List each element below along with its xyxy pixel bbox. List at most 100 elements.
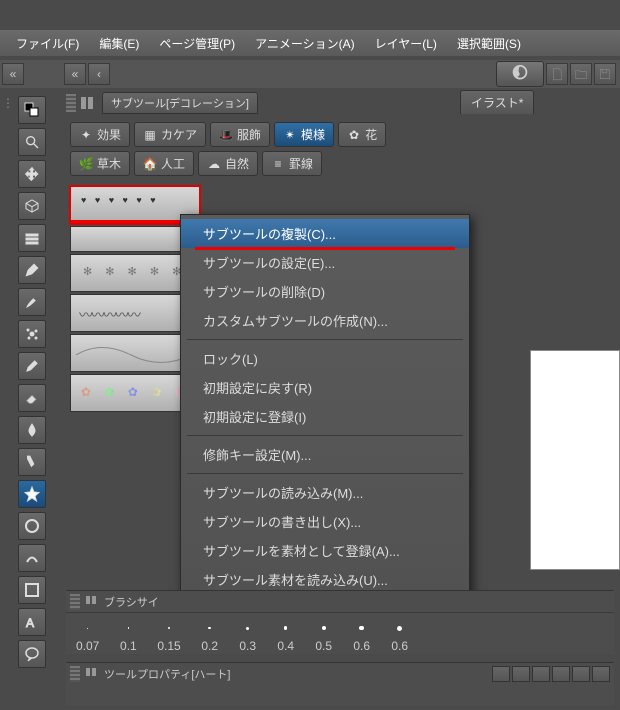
category-clothing[interactable]: 🎩服飾 bbox=[210, 122, 270, 147]
toolprop-icon bbox=[84, 665, 100, 682]
marker-tool-icon[interactable] bbox=[18, 448, 46, 476]
new-file-icon[interactable] bbox=[546, 63, 568, 85]
brush-size-icon bbox=[84, 593, 100, 610]
category-label: 自然 bbox=[225, 155, 249, 172]
category-label: 草木 bbox=[97, 155, 121, 172]
category-nature[interactable]: ☁自然 bbox=[198, 151, 258, 176]
category-label: 服飾 bbox=[237, 126, 261, 143]
pencil-tool-icon[interactable] bbox=[18, 352, 46, 380]
brush-size-item[interactable]: 0.6 bbox=[391, 619, 409, 653]
panel-grip-icon[interactable] bbox=[70, 666, 80, 682]
tool-property-panel: ツールプロパティ[ハート] bbox=[66, 662, 614, 706]
text-tool-icon[interactable]: A bbox=[18, 608, 46, 636]
decoration-tool-icon[interactable] bbox=[18, 480, 46, 508]
subtool-panel-title[interactable]: サブツール[デコレーション] bbox=[102, 92, 258, 114]
prop-action-icon[interactable] bbox=[492, 666, 510, 682]
brush-size-label: 0.6 bbox=[391, 639, 408, 653]
category-ruled[interactable]: ≡罫線 bbox=[262, 151, 322, 176]
subtool-category-tabs: ✦ 効果 ▦カケア 🎩服飾 ✴ 模様 ✿花 🌿草木 🏠人工 ☁自然 ≡罫線 bbox=[70, 122, 386, 176]
ctx-separator bbox=[187, 435, 463, 436]
category-label: 模様 bbox=[301, 126, 325, 143]
category-label: 効果 bbox=[97, 126, 121, 143]
ctx-delete-subtool[interactable]: サブツールの削除(D) bbox=[181, 277, 469, 306]
menu-edit[interactable]: 編集(E) bbox=[89, 31, 149, 56]
canvas[interactable] bbox=[530, 350, 620, 570]
color-tool-icon[interactable] bbox=[18, 96, 46, 124]
brush-size-label: 0.07 bbox=[76, 639, 99, 653]
ctx-register-default[interactable]: 初期設定に登録(I) bbox=[181, 402, 469, 431]
app-logo-icon bbox=[496, 61, 544, 87]
menubar: ファイル(F) 編集(E) ページ管理(P) アニメーション(A) レイヤー(L… bbox=[0, 30, 620, 56]
category-flower[interactable]: ✿花 bbox=[338, 122, 386, 147]
category-plants[interactable]: 🌿草木 bbox=[70, 151, 130, 176]
category-artificial[interactable]: 🏠人工 bbox=[134, 151, 194, 176]
ctx-register-material[interactable]: サブツールを素材として登録(A)... bbox=[181, 536, 469, 565]
ctx-import-subtool[interactable]: サブツールの読み込み(M)... bbox=[181, 478, 469, 507]
airbrush-tool-icon[interactable] bbox=[18, 320, 46, 348]
nav-back-icon[interactable]: ‹ bbox=[88, 63, 110, 85]
menu-anim[interactable]: アニメーション(A) bbox=[245, 31, 365, 56]
open-file-icon[interactable] bbox=[570, 63, 592, 85]
dot-tool-icon[interactable] bbox=[18, 512, 46, 540]
ctx-separator bbox=[187, 473, 463, 474]
document-tab[interactable]: イラスト* bbox=[460, 90, 534, 114]
brush-size-item[interactable]: 0.2 bbox=[201, 619, 219, 653]
nav-collapse-left2-icon[interactable]: « bbox=[64, 63, 86, 85]
prop-action-icon[interactable] bbox=[512, 666, 530, 682]
menu-page[interactable]: ページ管理(P) bbox=[149, 31, 245, 56]
brush-size-item[interactable]: 0.3 bbox=[239, 619, 257, 653]
brush-tool-icon[interactable] bbox=[18, 288, 46, 316]
panel-grip-icon[interactable] bbox=[66, 94, 76, 112]
pen-tool-icon[interactable] bbox=[18, 256, 46, 284]
pattern-icon: ✴ bbox=[283, 128, 297, 142]
eraser-tool-icon[interactable] bbox=[18, 384, 46, 412]
ctx-duplicate-subtool[interactable]: サブツールの複製(C)... bbox=[181, 219, 469, 248]
sparkle-icon: ✦ bbox=[79, 128, 93, 142]
brush-size-panel: ブラシサイ 0.07 0.1 0.15 0.2 0.3 0.4 0.5 0.6 … bbox=[66, 590, 614, 654]
save-file-icon[interactable] bbox=[594, 63, 616, 85]
brush-size-item[interactable]: 0.1 bbox=[119, 619, 137, 653]
prop-action-icon[interactable] bbox=[552, 666, 570, 682]
brush-size-item[interactable]: 0.5 bbox=[315, 619, 333, 653]
brush-size-label: 0.15 bbox=[157, 639, 180, 653]
correct-tool-icon[interactable] bbox=[18, 544, 46, 572]
brush-size-label: 0.3 bbox=[239, 639, 256, 653]
ctx-subtool-settings[interactable]: サブツールの設定(E)... bbox=[181, 248, 469, 277]
menu-file[interactable]: ファイル(F) bbox=[6, 31, 89, 56]
ctx-modifier-key[interactable]: 修飾キー設定(M)... bbox=[181, 440, 469, 469]
operation-tool-icon[interactable] bbox=[18, 192, 46, 220]
ctx-export-subtool[interactable]: サブツールの書き出し(X)... bbox=[181, 507, 469, 536]
brush-size-label: 0.2 bbox=[201, 639, 218, 653]
brush-size-title: ブラシサイ bbox=[104, 594, 159, 610]
brush-size-item[interactable]: 0.07 bbox=[76, 619, 99, 653]
category-effect[interactable]: ✦ 効果 bbox=[70, 122, 130, 147]
move-tool-icon[interactable] bbox=[18, 160, 46, 188]
category-hatching[interactable]: ▦カケア bbox=[134, 122, 206, 147]
menu-layer[interactable]: レイヤー(L) bbox=[365, 31, 447, 56]
brush-size-item[interactable]: 0.6 bbox=[353, 619, 371, 653]
tool-palette: A bbox=[6, 90, 58, 668]
blend-tool-icon[interactable] bbox=[18, 416, 46, 444]
prop-action-icon[interactable] bbox=[532, 666, 550, 682]
prop-action-icon[interactable] bbox=[592, 666, 610, 682]
nav-strip: « « ‹ bbox=[0, 60, 620, 88]
panel-grip-icon[interactable] bbox=[70, 594, 80, 610]
hatch-icon: ▦ bbox=[143, 128, 157, 142]
ctx-reset-default[interactable]: 初期設定に戻す(R) bbox=[181, 373, 469, 402]
sublayer-tool-icon[interactable] bbox=[18, 224, 46, 252]
brush-size-item[interactable]: 0.4 bbox=[277, 619, 295, 653]
nav-collapse-left-icon[interactable]: « bbox=[2, 63, 24, 85]
prop-action-icon[interactable] bbox=[572, 666, 590, 682]
zoom-tool-icon[interactable] bbox=[18, 128, 46, 156]
balloon-tool-icon[interactable] bbox=[18, 640, 46, 668]
lines-icon: ≡ bbox=[271, 157, 285, 171]
category-pattern[interactable]: ✴ 模様 bbox=[274, 122, 334, 147]
category-label: 人工 bbox=[161, 155, 185, 172]
figure-tool-icon[interactable] bbox=[18, 576, 46, 604]
ctx-custom-subtool[interactable]: カスタムサブツールの作成(N)... bbox=[181, 306, 469, 335]
menu-selection[interactable]: 選択範囲(S) bbox=[447, 31, 531, 56]
subtool-panel-header: サブツール[デコレーション] bbox=[66, 92, 258, 114]
brush-size-item[interactable]: 0.15 bbox=[157, 619, 180, 653]
ctx-lock[interactable]: ロック(L) bbox=[181, 344, 469, 373]
ctx-separator bbox=[187, 339, 463, 340]
